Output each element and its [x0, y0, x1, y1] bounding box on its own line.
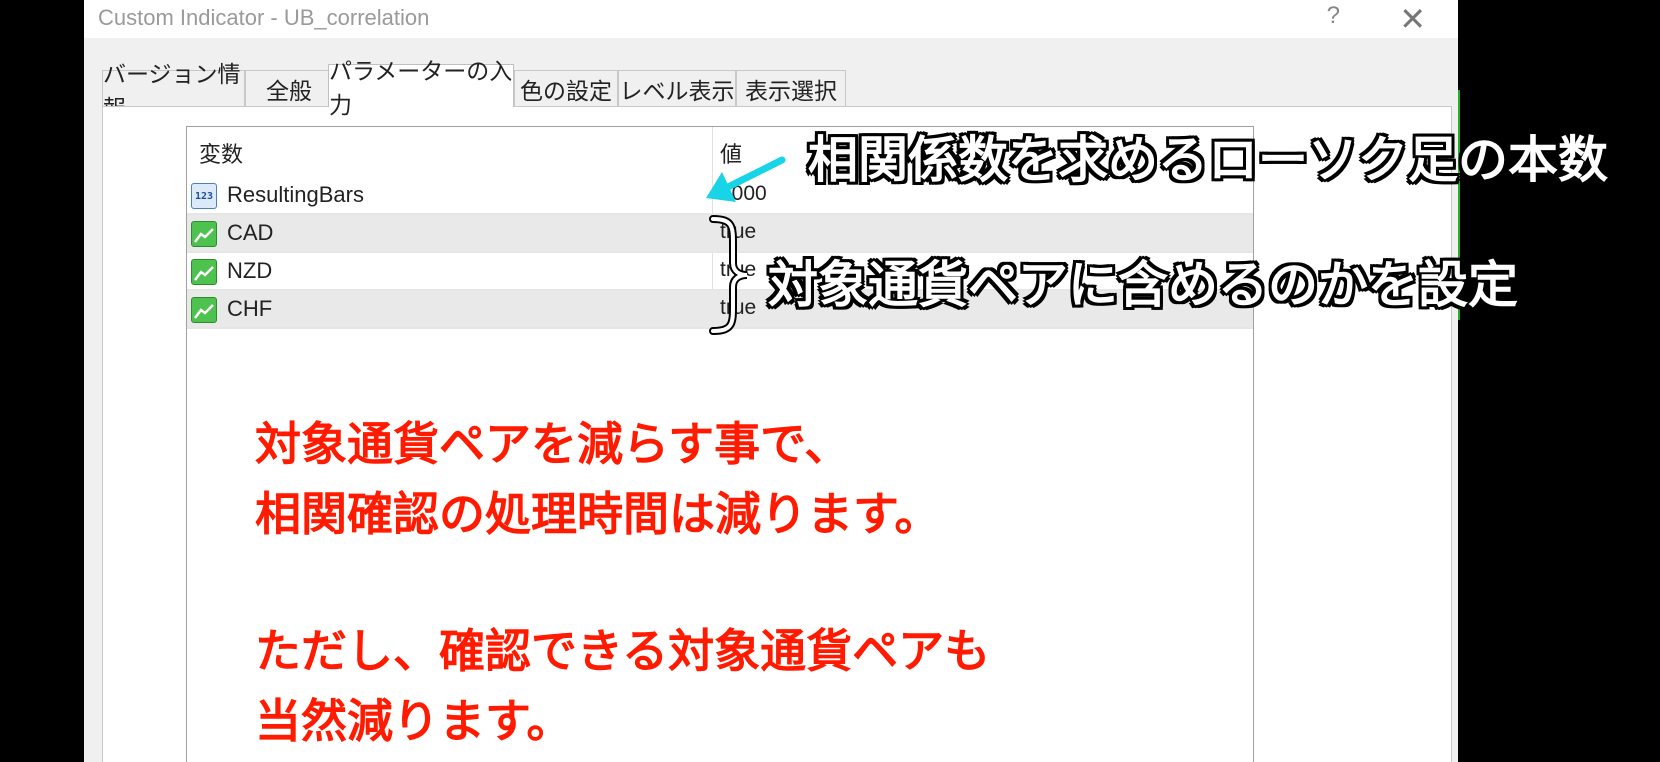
tab-label: 全般	[266, 78, 312, 105]
param-name: NZD	[227, 258, 273, 283]
param-name: CAD	[227, 220, 274, 245]
boolean-icon	[191, 259, 217, 285]
tab-label: パラメーターの入力	[329, 59, 513, 119]
help-button[interactable]: ?	[1327, 2, 1340, 30]
annotation-bars-count: 相関係数を求めるローソク足の本数	[808, 131, 1608, 189]
annotation-red-line-3: ただし、確認できる対象通貨ペアも	[255, 624, 991, 678]
annotation-red-line-1: 対象通貨ペアを減らす事で、	[255, 417, 851, 471]
header-variable[interactable]: 変数	[199, 137, 243, 169]
annotation-red-line-4: 当然減ります。	[255, 694, 573, 748]
param-name: ResultingBars	[227, 182, 364, 207]
tab-parameters[interactable]: パラメーターの入力	[328, 59, 514, 119]
brace-icon	[709, 215, 748, 335]
tab-general[interactable]: 全般	[245, 70, 333, 106]
cyan-arrow-icon	[706, 156, 786, 202]
param-name: CHF	[227, 296, 273, 321]
tab-label: レベル表示	[619, 78, 735, 105]
tab-levels[interactable]: レベル表示	[618, 70, 736, 106]
boolean-icon	[191, 221, 217, 247]
annotation-include-pairs: 対象通貨ペアに含めるのかを設定	[768, 256, 1518, 314]
annotation-red-line-2: 相関確認の処理時間は減ります。	[255, 487, 941, 541]
tab-label: 色の設定	[520, 78, 612, 105]
tab-colors[interactable]: 色の設定	[514, 70, 618, 106]
boolean-icon	[191, 297, 217, 323]
number-icon: 123	[191, 183, 217, 209]
close-button[interactable]: ✕	[1399, 0, 1426, 38]
title-bar: Custom Indicator - UB_correlation ? ✕	[84, 0, 1458, 38]
tab-visualization[interactable]: 表示選択	[736, 70, 846, 106]
tab-version-info[interactable]: バージョン情報	[102, 62, 245, 122]
tab-label: 表示選択	[745, 78, 837, 105]
window-title: Custom Indicator - UB_correlation	[98, 5, 430, 30]
